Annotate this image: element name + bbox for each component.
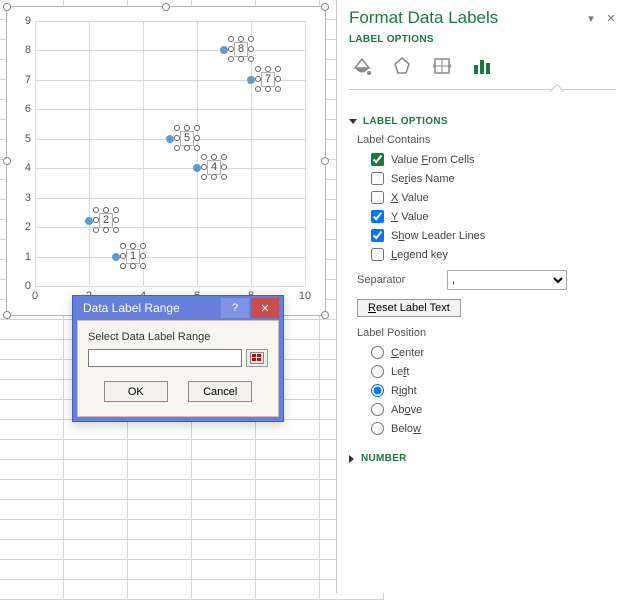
scatter-point[interactable]: [193, 164, 201, 172]
check-series-name[interactable]: Series Name: [357, 169, 616, 188]
label-options-icon[interactable]: [469, 53, 495, 79]
dialog-close-button[interactable]: ✕: [251, 298, 279, 318]
effects-icon[interactable]: [389, 53, 415, 79]
check-leader-lines[interactable]: Show Leader Lines: [357, 226, 616, 245]
fill-line-icon[interactable]: [349, 53, 375, 79]
active-tab-indicator-icon: [550, 84, 564, 92]
pane-title: Format Data Labels: [349, 8, 578, 28]
scatter-point[interactable]: [220, 46, 228, 54]
section-heading: NUMBER: [361, 453, 407, 464]
radio-right[interactable]: Right: [357, 381, 616, 400]
x-tick-label: 0: [32, 290, 38, 302]
collapse-dialog-icon: [250, 352, 264, 364]
resize-handle[interactable]: [321, 3, 329, 11]
dialog-body: Select Data Label Range OK Cancel: [77, 320, 279, 417]
check-y-value[interactable]: Y Value: [357, 207, 616, 226]
y-tick-label: 3: [13, 192, 31, 204]
dialog-title: Data Label Range: [83, 301, 180, 315]
scatter-point[interactable]: [112, 253, 120, 261]
scatter-point[interactable]: [247, 76, 255, 84]
resize-handle[interactable]: [162, 3, 170, 11]
resize-handle[interactable]: [3, 157, 11, 165]
y-tick-label: 1: [13, 251, 31, 263]
dialog-prompt: Select Data Label Range: [88, 331, 268, 343]
label-contains-heading: Label Contains: [357, 134, 616, 146]
reset-label-text-button[interactable]: Reset Label Text: [357, 299, 461, 317]
label-position-heading: Label Position: [357, 327, 616, 339]
resize-handle[interactable]: [3, 3, 11, 11]
y-tick-label: 7: [13, 74, 31, 86]
ok-button[interactable]: OK: [104, 381, 168, 402]
y-tick-label: 2: [13, 221, 31, 233]
resize-handle[interactable]: [321, 311, 329, 319]
range-selector-button[interactable]: [246, 349, 268, 367]
radio-above[interactable]: Above: [357, 400, 616, 419]
y-tick-label: 4: [13, 162, 31, 174]
check-value-from-cells[interactable]: Value From Cells: [357, 150, 616, 169]
section-label-options[interactable]: LABEL OPTIONS: [349, 113, 616, 130]
separator-select[interactable]: ,: [447, 270, 567, 290]
y-tick-label: 9: [13, 15, 31, 27]
pane-close-button[interactable]: ✕: [604, 11, 618, 25]
radio-left[interactable]: Left: [357, 362, 616, 381]
resize-handle[interactable]: [321, 157, 329, 165]
y-tick-label: 0: [13, 280, 31, 292]
radio-center[interactable]: Center: [357, 343, 616, 362]
y-tick-label: 5: [13, 133, 31, 145]
dialog-titlebar[interactable]: Data Label Range ? ✕: [73, 296, 283, 320]
check-legend-key[interactable]: Legend key: [357, 245, 616, 264]
y-tick-label: 8: [13, 44, 31, 56]
radio-below[interactable]: Below: [357, 419, 616, 438]
section-number[interactable]: NUMBER: [349, 450, 616, 467]
dialog-help-button[interactable]: ?: [221, 298, 249, 318]
cancel-button[interactable]: Cancel: [188, 381, 252, 402]
section-heading: LABEL OPTIONS: [363, 116, 448, 127]
format-data-labels-pane: Format Data Labels ▾ ✕ LABEL OPTIONS LAB…: [336, 0, 628, 593]
x-tick-label: 10: [299, 290, 311, 302]
pane-tab-label-options[interactable]: LABEL OPTIONS: [337, 30, 628, 53]
chart-object[interactable]: 01234567890246810215487: [6, 6, 326, 316]
data-label-range-dialog: Data Label Range ? ✕ Select Data Label R…: [72, 295, 284, 422]
plot-area[interactable]: 01234567890246810215487: [35, 21, 305, 286]
y-tick-label: 6: [13, 103, 31, 115]
resize-handle[interactable]: [3, 311, 11, 319]
separator-label: Separator: [357, 274, 447, 286]
pane-menu-button[interactable]: ▾: [584, 11, 598, 25]
check-x-value[interactable]: X Value: [357, 188, 616, 207]
scatter-point[interactable]: [166, 135, 174, 143]
scatter-point[interactable]: [85, 217, 93, 225]
size-properties-icon[interactable]: [429, 53, 455, 79]
data-label-range-input[interactable]: [88, 349, 242, 367]
